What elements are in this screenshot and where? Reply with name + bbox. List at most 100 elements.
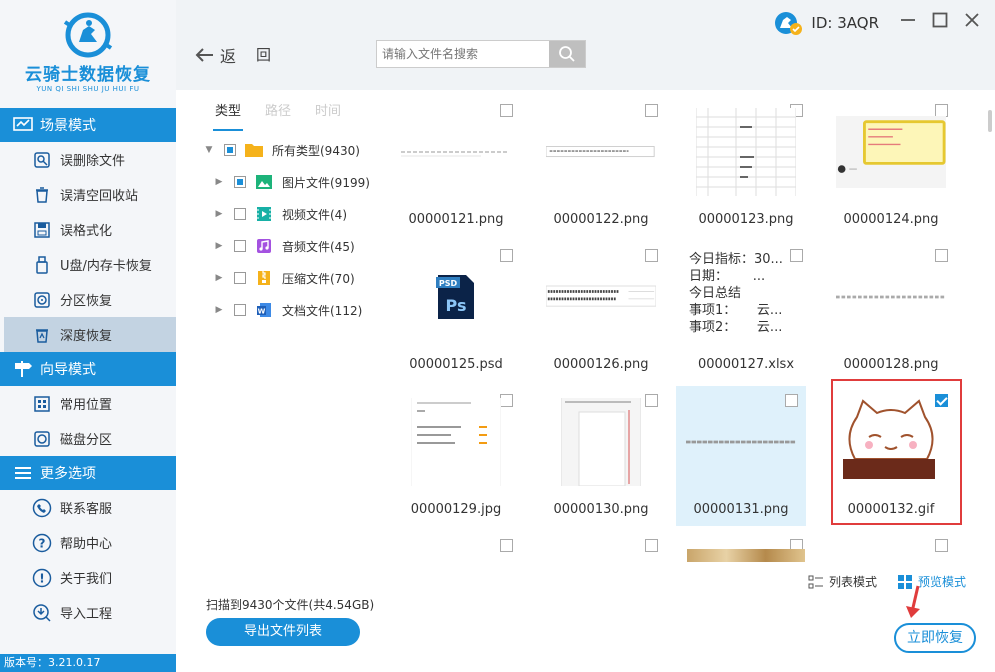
back-button[interactable]: 返 <box>194 43 236 67</box>
file-thumb[interactable]: 00000129.jpg <box>391 386 521 526</box>
file-thumb[interactable]: 00000126.png <box>536 241 666 381</box>
thumbnail-preview <box>401 398 511 486</box>
file-thumb[interactable] <box>826 531 956 562</box>
search-input[interactable] <box>377 41 549 67</box>
expand-down-icon[interactable]: ▼ <box>204 145 214 155</box>
sidebar-item-import[interactable]: 导入工程 <box>0 595 176 630</box>
file-name: 00000125.psd <box>409 357 503 372</box>
thumbnail-preview <box>691 108 801 196</box>
tree-checkbox[interactable] <box>234 240 246 252</box>
file-thumb[interactable] <box>391 531 521 562</box>
import-icon <box>32 603 52 623</box>
list-icon <box>808 575 823 588</box>
sidebar-item-deleted-files[interactable]: 误删除文件 <box>0 142 176 177</box>
sidebar-item-usb[interactable]: U盘/内存卡恢复 <box>0 247 176 282</box>
tree-checkbox[interactable] <box>234 304 246 316</box>
thumbnail-preview <box>836 253 946 341</box>
file-thumb[interactable]: 00000131.png <box>676 386 806 526</box>
file-thumb[interactable]: 00000122.png <box>536 96 666 236</box>
recover-now-button[interactable]: 立即恢复 <box>894 623 976 653</box>
expand-right-icon[interactable]: ▶ <box>214 305 224 315</box>
tab-type[interactable]: 类型 <box>212 100 244 131</box>
sidebar-item-disk-partition[interactable]: 磁盘分区 <box>0 421 176 456</box>
file-name: 00000127.xlsx <box>697 357 795 372</box>
tree-checkbox[interactable] <box>234 272 246 284</box>
disk-format-icon <box>32 220 52 240</box>
sidebar-item-deep-recovery[interactable]: 深度恢复 <box>4 317 176 352</box>
minimize-icon[interactable] <box>899 10 917 30</box>
sidebar-item-format[interactable]: 误格式化 <box>0 212 176 247</box>
sidebar-item-help[interactable]: ? 帮助中心 <box>0 525 176 560</box>
thumbnail-preview <box>686 398 796 486</box>
expand-right-icon[interactable]: ▶ <box>214 177 224 187</box>
forward-button[interactable]: 回 <box>256 44 271 65</box>
expand-right-icon[interactable]: ▶ <box>214 241 224 251</box>
tree-checkbox[interactable] <box>234 176 246 188</box>
file-name: 00000122.png <box>553 212 649 227</box>
svg-text:Ps: Ps <box>446 296 467 315</box>
menu-icon <box>12 464 34 482</box>
expand-right-icon[interactable]: ▶ <box>214 209 224 219</box>
scrollbar-thumb[interactable] <box>988 110 992 132</box>
search-icon <box>559 46 575 62</box>
selection-highlight <box>831 379 962 525</box>
sidebar-item-label: 导入工程 <box>60 607 113 622</box>
svg-text:?: ? <box>39 536 46 550</box>
file-thumb[interactable]: 00000128.png <box>826 241 956 381</box>
section-more-options[interactable]: 更多选项 <box>0 456 176 490</box>
list-mode-label: 列表模式 <box>829 575 878 589</box>
music-icon <box>254 237 274 255</box>
thumbnail-preview <box>546 398 656 486</box>
sidebar-item-label: 帮助中心 <box>60 537 113 552</box>
sidebar-item-about[interactable]: ! 关于我们 <box>0 560 176 595</box>
tree-checkbox[interactable] <box>224 144 236 156</box>
file-name: 00000121.png <box>408 212 504 227</box>
psd-label: PSD <box>439 279 458 288</box>
section-scene-mode[interactable]: 场景模式 <box>0 108 176 142</box>
expand-right-icon[interactable]: ▶ <box>214 273 224 283</box>
list-mode-button[interactable]: 列表模式 <box>808 573 877 590</box>
monitor-icon <box>12 116 34 134</box>
close-icon[interactable] <box>963 10 981 30</box>
file-checkbox[interactable] <box>935 539 948 552</box>
knight-logo-icon <box>63 12 113 58</box>
file-thumb[interactable] <box>536 531 666 562</box>
maximize-icon[interactable] <box>931 10 949 30</box>
file-thumb[interactable]: 00000121.png <box>391 96 521 236</box>
spreadsheet-preview-text: 今日指标：30... 日期： ... 今日总结 事项1： 云... 事项2： 云… <box>689 252 783 335</box>
sidebar-item-contact[interactable]: 联系客服 <box>0 490 176 525</box>
sidebar-item-label: 磁盘分区 <box>60 433 113 448</box>
tree-node-label: 音频文件(45) <box>282 239 355 254</box>
file-thumb[interactable]: 今日指标：30... 日期： ... 今日总结 事项1： 云... 事项2： 云… <box>681 241 811 381</box>
sidebar-item-recycle-bin[interactable]: 误清空回收站 <box>0 177 176 212</box>
file-thumb[interactable] <box>681 531 811 562</box>
windows-icon <box>32 394 52 414</box>
file-checkbox[interactable] <box>645 539 658 552</box>
tree-node-archive[interactable]: ▶ 压缩文件(70) <box>198 262 378 294</box>
tree-checkbox[interactable] <box>234 208 246 220</box>
file-thumb[interactable]: PSD Ps 00000125.psd <box>391 241 521 381</box>
sidebar-item-label: 常用位置 <box>60 398 113 413</box>
user-id: ID: 3AQR <box>811 14 879 32</box>
sidebar-item-common-locations[interactable]: 常用位置 <box>0 386 176 421</box>
file-search-icon <box>32 150 52 170</box>
tree-node-documents[interactable]: ▶ W 文档文件(112) <box>198 294 378 326</box>
export-list-button[interactable]: 导出文件列表 <box>206 618 360 646</box>
tree-node-images[interactable]: ▶ 图片文件(9199) <box>198 166 378 198</box>
tree-node-audio[interactable]: ▶ 音频文件(45) <box>198 230 378 262</box>
tab-path[interactable]: 路径 <box>265 100 291 123</box>
help-icon: ? <box>32 533 52 553</box>
phone-icon <box>32 498 52 518</box>
tree-node-video[interactable]: ▶ 视频文件(4) <box>198 198 378 230</box>
tab-time[interactable]: 时间 <box>315 100 341 123</box>
tree-node-all[interactable]: ▼ 所有类型(9430) <box>198 134 378 166</box>
sidebar-item-partition[interactable]: 分区恢复 <box>0 282 176 317</box>
file-thumb[interactable]: 00000124.png <box>826 96 956 236</box>
file-checkbox[interactable] <box>500 539 513 552</box>
section-wizard-mode[interactable]: 向导模式 <box>0 352 176 386</box>
file-thumb[interactable]: 00000123.png <box>681 96 811 236</box>
file-thumb[interactable]: 00000130.png <box>536 386 666 526</box>
thumbnail-preview <box>546 253 656 341</box>
search-button[interactable] <box>549 41 585 67</box>
user-info[interactable]: ID: 3AQR <box>773 10 879 36</box>
